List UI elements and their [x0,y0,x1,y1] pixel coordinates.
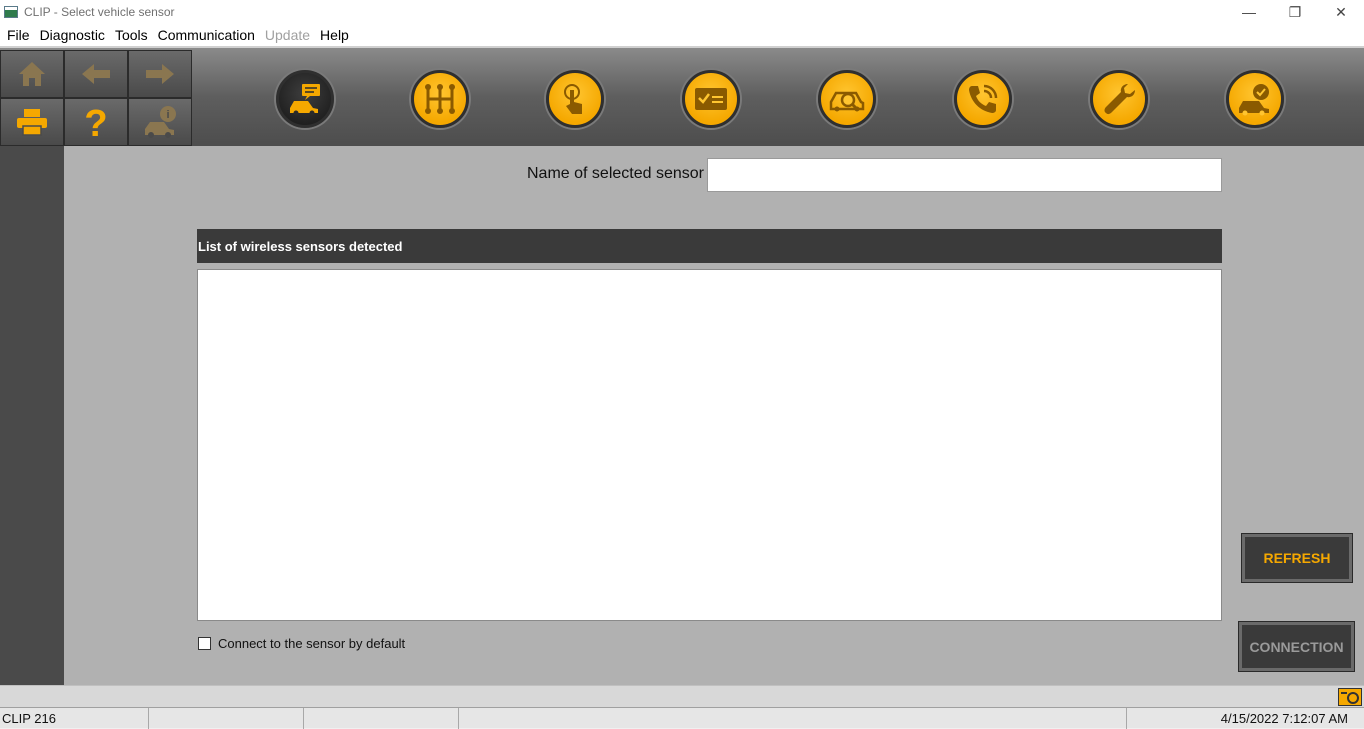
home-button[interactable] [0,50,64,98]
wrench-icon [1104,84,1135,115]
default-connect-label: Connect to the sensor by default [218,636,406,651]
status-bar: CLIP 216 4/15/2022 7:12:07 AM [0,707,1364,729]
minimize-button[interactable]: — [1226,0,1272,24]
status-cell-3 [304,708,459,729]
help-button[interactable]: ? [64,98,128,146]
print-button[interactable] [0,98,64,146]
app-icon [4,6,18,18]
tool-phone-support[interactable] [954,70,1012,128]
sensor-name-label: Name of selected sensor [527,165,704,182]
refresh-button[interactable]: REFRESH [1242,534,1352,582]
tool-vehicle-identification[interactable] [276,70,334,128]
vehicle-info-icon: i [145,106,176,138]
connection-button[interactable]: CONNECTION [1239,622,1354,671]
status-strip [0,685,1364,707]
menu-bar: File Diagnostic Tools Communication Upda… [0,24,1364,46]
status-app-version: CLIP 216 [0,708,149,729]
status-datetime: 4/15/2022 7:12:07 AM [1220,711,1348,726]
sensor-list-header: List of wireless sensors detected [197,229,1222,263]
printer-icon [17,109,47,136]
menu-diagnostic[interactable]: Diagnostic [35,27,110,43]
tool-vehicle-search[interactable] [818,70,876,128]
sensor-list[interactable] [197,269,1222,621]
menu-update[interactable]: Update [260,27,315,43]
back-arrow-icon [82,64,110,84]
phone-support-icon [969,84,998,113]
svg-text:?: ? [84,104,107,140]
status-cell-4 [459,708,1127,729]
touch-command-icon [564,84,582,114]
nav-buttons: ? i [0,50,192,146]
toolbar: ? i [0,46,1364,146]
tool-checklist[interactable] [682,70,740,128]
menu-help[interactable]: Help [315,27,354,43]
menu-file[interactable]: File [2,27,35,43]
help-question-icon: ? [84,104,107,140]
gearbox-icon [425,84,455,114]
close-button[interactable]: ✕ [1318,0,1364,24]
vehicle-identification-icon [290,84,320,116]
default-connect-checkbox[interactable] [198,637,211,650]
camera-icon[interactable] [1338,688,1362,706]
menu-communication[interactable]: Communication [153,27,260,43]
sensor-name-field[interactable] [707,158,1222,192]
checklist-icon [695,88,727,110]
title-bar: CLIP - Select vehicle sensor — ❐ ✕ [0,0,1364,24]
left-sidebar [0,146,64,685]
window-title: CLIP - Select vehicle sensor [24,5,175,19]
main-panel: Name of selected sensor List of wireless… [64,146,1364,685]
forward-button[interactable] [128,50,192,98]
vehicle-search-icon [829,91,865,112]
status-cell-2 [149,708,304,729]
tool-gearbox[interactable] [411,70,469,128]
back-button[interactable] [64,50,128,98]
svg-text:i: i [166,109,169,121]
window-controls: — ❐ ✕ [1226,0,1364,24]
tool-touch-command[interactable] [546,70,604,128]
tool-vehicle-check[interactable] [1226,70,1284,128]
tool-wrench[interactable] [1090,70,1148,128]
vehicle-info-button[interactable]: i [128,98,192,146]
vehicle-check-icon [1239,84,1269,116]
default-connect-option[interactable]: Connect to the sensor by default [198,636,405,651]
restore-button[interactable]: ❐ [1272,0,1318,24]
home-icon [19,62,45,86]
forward-arrow-icon [146,64,174,84]
menu-tools[interactable]: Tools [110,27,153,43]
